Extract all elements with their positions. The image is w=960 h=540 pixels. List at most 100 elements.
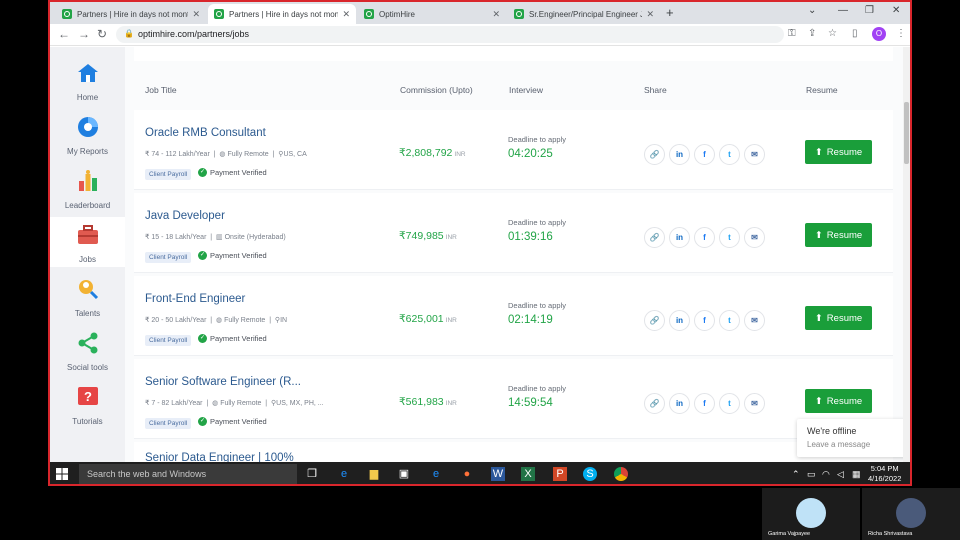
linkedin-icon[interactable]: in [669,227,690,248]
video-tile-1[interactable]: Garima Vajpayee [762,488,860,540]
chat-widget-popup[interactable]: We're offline Leave a message [797,419,910,457]
battery-icon[interactable]: ▭ [807,469,816,480]
bookmark-star-icon[interactable]: ☆ [828,28,837,39]
close-tab-icon[interactable]: ✕ [192,9,200,20]
facebook-icon[interactable]: f [694,144,715,165]
store-icon[interactable]: ▣ [397,467,411,481]
video-tile-2[interactable]: Richa Shrivastava [862,488,960,540]
minimize-icon[interactable]: — [838,5,848,16]
powerpoint-icon[interactable]: P [553,467,567,481]
optimhire-favicon-icon [364,9,374,19]
verified-label: Payment Verified [210,417,267,426]
email-icon[interactable]: ✉ [744,144,765,165]
resume-button[interactable]: ⬆ Resume [805,223,872,247]
browser-tab-2[interactable]: Partners | Hire in days not months ✕ [208,4,356,24]
scrollbar-thumb[interactable] [904,102,909,164]
share-page-icon[interactable]: ⇪ [808,28,816,39]
firefox-icon[interactable]: ● [460,467,474,481]
new-tab-button[interactable]: + [666,5,674,20]
chrome-icon[interactable] [614,467,628,481]
job-meta: ₹ 15 - 18 Lakh/Year | ▥ Onsite (Hyderaba… [145,234,286,241]
table-row: Front-End Engineer ₹ 20 - 50 Lakh/Year |… [134,276,893,356]
windows-start-icon[interactable] [56,468,68,480]
sidebar-item-home[interactable]: Home [50,55,125,105]
profile-avatar[interactable]: O [872,27,886,41]
task-view-icon[interactable]: ❐ [305,467,319,481]
twitter-icon[interactable]: t [719,227,740,248]
copy-link-icon[interactable]: 🔗 [644,310,665,331]
resume-button[interactable]: ⬆ Resume [805,306,872,330]
globe-icon: ◍ [212,400,219,407]
close-tab-icon[interactable]: ✕ [492,9,500,20]
volume-icon[interactable]: ◁ [837,469,844,480]
sidebar-item-leaderboard[interactable]: Leaderboard [50,163,125,213]
edge-icon[interactable]: e [337,467,351,481]
sidebar-item-talents[interactable]: Talents [50,271,125,321]
browser-tab-1[interactable]: Partners | Hire in days not months ✕ [56,4,206,24]
close-tab-icon[interactable]: ✕ [342,9,350,20]
currency-label: INR [454,151,466,158]
deadline-label: Deadline to apply [508,301,566,310]
email-icon[interactable]: ✉ [744,227,765,248]
job-title-link[interactable]: Front-End Engineer [145,293,245,305]
twitter-icon[interactable]: t [719,310,740,331]
back-arrow-icon[interactable]: ← [58,27,70,41]
close-tab-icon[interactable]: ✕ [646,9,654,20]
taskbar-clock[interactable]: 5:04 PM 4/16/2022 [868,464,901,484]
tab-search-icon[interactable]: ⌄ [808,5,816,16]
optimhire-favicon-icon [214,9,224,19]
twitter-icon[interactable]: t [719,393,740,414]
salary-range: ₹ 15 - 18 Lakh/Year [145,234,207,241]
copy-link-icon[interactable]: 🔗 [644,393,665,414]
browser-tab-3[interactable]: OptimHire ✕ [358,4,506,24]
globe-icon: ◍ [219,151,226,158]
globe-icon: ◍ [216,317,223,324]
table-row: Oracle RMB Consultant ₹ 74 - 112 Lakh/Ye… [134,110,893,190]
facebook-icon[interactable]: f [694,393,715,414]
client-payroll-badge: Client Payroll [145,252,192,263]
job-title-link[interactable]: Senior Software Engineer (R... [145,376,301,388]
copy-link-icon[interactable]: 🔗 [644,227,665,248]
email-icon[interactable]: ✉ [744,393,765,414]
linkedin-icon[interactable]: in [669,310,690,331]
skype-icon[interactable]: S [583,467,597,481]
side-panel-icon[interactable]: ▯ [852,28,858,39]
job-title-link[interactable]: Senior Data Engineer | 100% [145,452,294,462]
sidebar-item-tutorials[interactable]: ? Tutorials [50,379,125,429]
linkedin-icon[interactable]: in [669,144,690,165]
tab-title: Sr.Engineer/Principal Engineer Jo [529,9,643,19]
salary-range: ₹ 7 - 82 Lakh/Year [145,400,203,407]
key-icon[interactable]: ⚿ [788,28,796,39]
twitter-icon[interactable]: t [719,144,740,165]
forward-arrow-icon[interactable]: → [78,27,90,41]
address-bar[interactable]: 🔒 optimhire.com/partners/jobs [116,26,784,43]
email-icon[interactable]: ✉ [744,310,765,331]
copy-link-icon[interactable]: 🔗 [644,144,665,165]
close-window-icon[interactable]: ✕ [892,5,900,16]
taskbar-search-box[interactable]: Search the web and Windows [79,464,297,484]
wifi-icon[interactable]: ◠ [822,469,830,480]
word-icon[interactable]: W [491,467,505,481]
job-title-link[interactable]: Oracle RMB Consultant [145,127,266,139]
browser-tab-4[interactable]: Sr.Engineer/Principal Engineer Jo ✕ [508,4,660,24]
job-title-link[interactable]: Java Developer [145,210,225,222]
verified-label: Payment Verified [210,334,267,343]
leaderboard-icon [78,170,97,191]
facebook-icon[interactable]: f [694,310,715,331]
file-explorer-icon[interactable]: ▆ [367,467,381,481]
menu-kebab-icon[interactable]: ⋮ [896,28,906,39]
tray-chevron-icon[interactable]: ⌃ [792,469,800,480]
reload-icon[interactable]: ↻ [97,27,107,41]
sidebar-item-jobs[interactable]: Jobs [50,217,125,267]
ie-icon[interactable]: e [429,467,443,481]
resume-button[interactable]: ⬆ Resume [805,140,872,164]
excel-icon[interactable]: X [521,467,535,481]
resume-button[interactable]: ⬆ Resume [805,389,872,413]
language-icon[interactable]: ▦ [852,469,861,480]
linkedin-icon[interactable]: in [669,393,690,414]
sidebar-item-social-tools[interactable]: Social tools [50,325,125,375]
facebook-icon[interactable]: f [694,227,715,248]
page-scrollbar[interactable] [903,47,910,462]
restore-icon[interactable]: ❐ [865,5,874,16]
sidebar-item-my-reports[interactable]: My Reports [50,109,125,159]
